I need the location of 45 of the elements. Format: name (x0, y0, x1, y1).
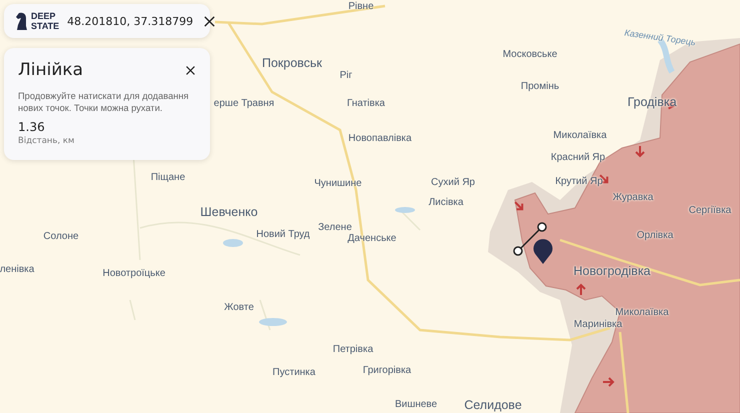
place-label: Жовте (224, 303, 254, 313)
place-label: Солоне (43, 232, 79, 242)
place-label: Московське (502, 50, 558, 60)
place-label: Миколаївка (553, 131, 607, 141)
place-label: Гродівка (627, 96, 677, 108)
place-label: Ріг (340, 71, 352, 81)
place-label: Петрівка (332, 345, 374, 355)
place-label: Пустинка (272, 368, 316, 378)
place-label: Журавка (612, 193, 654, 203)
logo-text: DEEP STATE (31, 11, 60, 31)
place-label: Красний Яр (550, 153, 606, 163)
place-label: Григорівка (362, 366, 412, 376)
place-label: Сергіївка (688, 206, 732, 216)
place-label: Чунишине (314, 179, 362, 189)
distance-label: Відстань, км (18, 136, 76, 146)
knight-logo-icon (16, 12, 28, 30)
place-label: Вишневе (394, 400, 438, 410)
coordinates-text: 48.201810, 37.318799 (67, 14, 194, 28)
place-label: Сухий Яр (431, 178, 475, 188)
place-label: Новопавлівка (348, 134, 412, 144)
place-label: Маринівка (574, 320, 622, 330)
place-label: Даченське (348, 234, 396, 244)
place-label: ерше Травня (214, 99, 274, 109)
place-label: Новий Труд (256, 230, 310, 240)
hint-text: Продовжуйте натискати для додавання нових точок. Точки можна рухати. (18, 90, 190, 114)
place-label: Орлівка (636, 231, 674, 241)
place-label: Крутий Яр (555, 177, 603, 187)
place-label: Шевченко (200, 206, 258, 218)
place-label: Покровськ (262, 56, 322, 70)
place-label: ленівка (0, 265, 34, 275)
place-label: Новогродівка (573, 264, 651, 278)
place-label: Лисівка (428, 198, 464, 208)
distance-value: 1.36 (18, 120, 46, 134)
place-label: Рівне (348, 2, 374, 12)
place-label: Піщане (150, 173, 186, 183)
ruler-line-drawing (513, 222, 547, 256)
place-label: Гнатівка (347, 99, 385, 109)
place-label: Зелене (318, 223, 352, 233)
river-label: Казенний Торець (624, 28, 696, 48)
panel-title: Лінійка (18, 60, 84, 80)
map-pin-icon (533, 239, 553, 264)
place-label: Промінь (520, 82, 560, 92)
place-label: Селидове (464, 398, 522, 412)
place-label: Новотроїцьке (102, 269, 166, 279)
place-label: Миколаївка (615, 308, 669, 318)
